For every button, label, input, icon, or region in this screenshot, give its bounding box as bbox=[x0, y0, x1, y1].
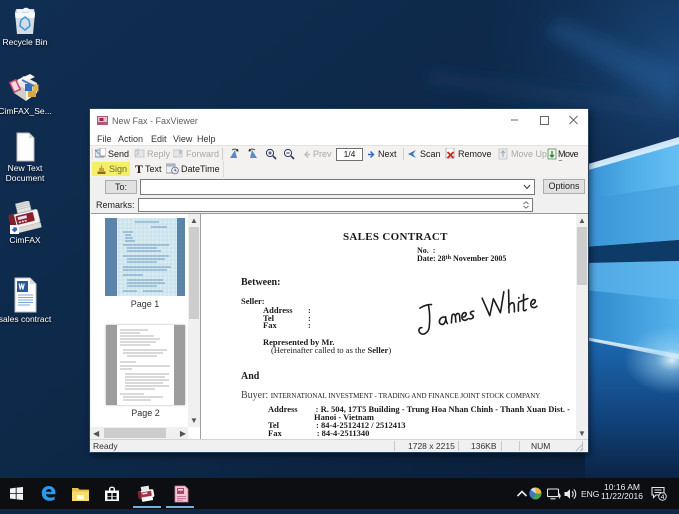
svg-text:4: 4 bbox=[661, 494, 665, 501]
